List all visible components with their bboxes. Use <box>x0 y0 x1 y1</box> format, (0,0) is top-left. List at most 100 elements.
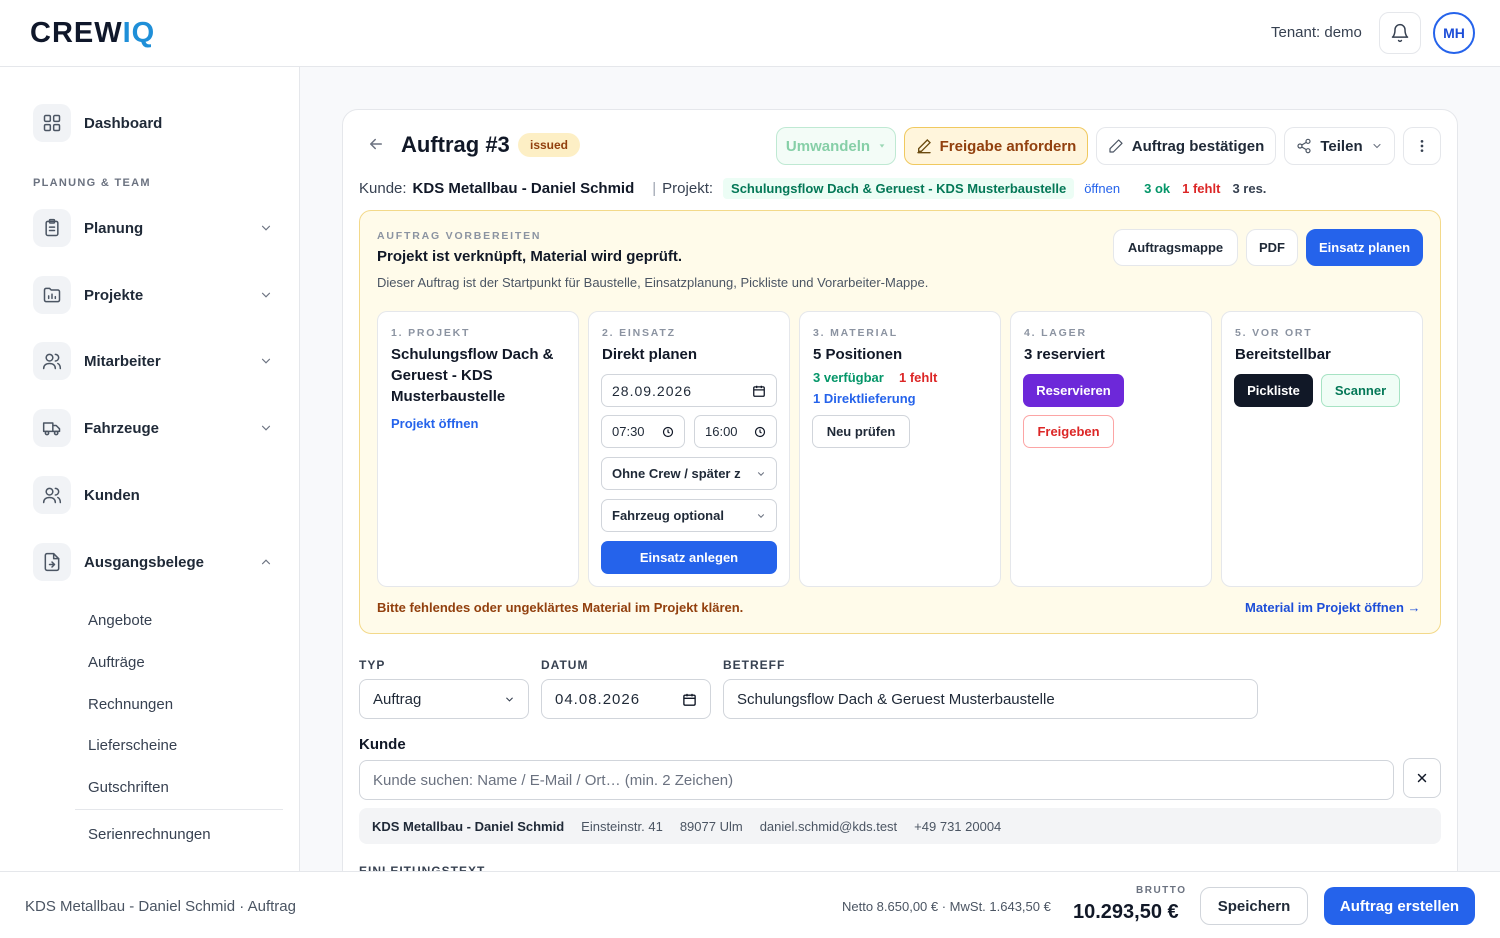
recheck-button[interactable]: Neu prüfen <box>812 415 910 448</box>
date-input[interactable]: 04.08.2026 <box>541 679 711 719</box>
clipboard-icon <box>33 209 71 247</box>
convert-button-label: Umwandeln <box>785 137 871 155</box>
project-open-link[interactable]: öffnen <box>1084 181 1120 196</box>
prepare-panel: AUFTRAG VORBEREITEN Projekt ist verknüpf… <box>359 210 1441 634</box>
selected-customer-city: 89077 Ulm <box>679 818 743 834</box>
sidebar-subitem-auftraege[interactable]: Aufträge <box>88 654 145 671</box>
vehicle-select[interactable]: Fahrzeug optional <box>601 499 777 532</box>
create-order-button[interactable]: Auftrag erstellen <box>1324 887 1475 925</box>
step-stock: 4. LAGER 3 reserviert Reservieren Freige… <box>1010 311 1212 587</box>
sidebar-item-label: Fahrzeuge <box>84 419 160 437</box>
request-approval-label: Freigabe anfordern <box>939 137 1077 155</box>
deployment-date-input[interactable]: 28.09.2026 <box>601 374 777 407</box>
plan-deployment-button[interactable]: Einsatz planen <box>1306 229 1423 266</box>
meta-separator: | <box>652 180 657 197</box>
sidebar-subitem-serienrechnungen[interactable]: Serienrechnungen <box>88 826 211 843</box>
status-badge: issued <box>518 133 581 157</box>
sidebar-subitem-angebote[interactable]: Angebote <box>88 612 152 629</box>
page-title: Auftrag #3 <box>401 132 510 157</box>
sidebar-item-label: Planung <box>84 219 144 237</box>
date-input-value: 04.08.2026 <box>555 690 641 708</box>
sidebar-subitem-gutschriften[interactable]: Gutschriften <box>88 779 169 796</box>
gross-total: 10.293,50 € <box>1073 901 1179 923</box>
pen-icon <box>916 139 931 154</box>
sidebar-subitem-rechnungen[interactable]: Rechnungen <box>88 696 173 713</box>
time-from-input[interactable]: 07:30 <box>601 415 685 448</box>
project-chip[interactable]: Schulungsflow Dach & Geruest - KDS Muste… <box>723 178 1075 199</box>
material-warning: Bitte fehlendes oder ungeklärtes Materia… <box>377 600 744 615</box>
notifications-button[interactable] <box>1379 12 1421 54</box>
material-direct-delivery: 1 Direktlieferung <box>813 391 916 406</box>
step-title: Schulungsflow Dach & Geruest - KDS Muste… <box>391 346 554 405</box>
project-meta-label: Projekt: <box>662 180 714 197</box>
folder-chart-icon <box>33 276 71 314</box>
scanner-button[interactable]: Scanner <box>1321 374 1400 407</box>
step-kicker: 2. EINSATZ <box>602 327 676 339</box>
customer-field-label: Kunde <box>359 736 406 753</box>
reserve-button[interactable]: Reservieren <box>1023 374 1124 407</box>
share-button[interactable]: Teilen <box>1284 127 1395 165</box>
app-logo[interactable]: CREWIQ <box>30 17 155 50</box>
customer-search-input[interactable]: Kunde suchen: Name / E-Mail / Ort… (min.… <box>359 760 1394 800</box>
release-button[interactable]: Freigeben <box>1023 415 1114 448</box>
user-avatar[interactable]: MH <box>1433 12 1475 54</box>
crew-select-value: Ohne Crew / später z <box>612 466 741 481</box>
chevron-down-icon <box>261 358 271 364</box>
request-approval-button[interactable]: Freigabe anfordern <box>904 127 1088 165</box>
type-label: TYP <box>359 658 386 672</box>
prepare-headline: Projekt ist verknüpft, Material wird gep… <box>377 248 683 265</box>
sidebar-item-ausgangsbelege[interactable]: Ausgangsbelege <box>33 543 273 581</box>
save-button[interactable]: Speichern <box>1200 887 1308 925</box>
step-kicker: 4. LAGER <box>1024 327 1087 339</box>
sidebar-item-label: Kunden <box>84 486 140 504</box>
selected-customer-card: KDS Metallbau - Daniel Schmid Einsteinst… <box>359 808 1441 844</box>
step-kicker: 3. MATERIAL <box>813 327 898 339</box>
sidebar-item-label: Mitarbeiter <box>84 352 161 370</box>
sidebar-item-mitarbeiter[interactable]: Mitarbeiter <box>33 342 273 380</box>
picklist-button[interactable]: Pickliste <box>1234 374 1313 407</box>
back-button[interactable] <box>367 135 385 153</box>
step-title: 5 Positionen <box>813 346 903 363</box>
share-label: Teilen <box>1320 137 1363 155</box>
close-icon <box>1417 773 1427 783</box>
selected-customer-street: Einsteinstr. 41 <box>581 818 663 834</box>
more-menu-button[interactable] <box>1403 127 1441 165</box>
chevron-down-icon <box>757 471 765 476</box>
prepare-description: Dieser Auftrag ist der Startpunkt für Ba… <box>377 275 929 290</box>
chevron-down-icon <box>261 425 271 431</box>
open-project-link[interactable]: Projekt öffnen <box>391 416 478 431</box>
step-title: Bereitstellbar <box>1235 346 1331 363</box>
sidebar-item-fahrzeuge[interactable]: Fahrzeuge <box>33 409 273 447</box>
sidebar-item-kunden[interactable]: Kunden <box>33 476 273 514</box>
create-deployment-button[interactable]: Einsatz anlegen <box>601 541 777 574</box>
gross-label: BRUTTO <box>1136 885 1187 896</box>
confirm-order-button[interactable]: Auftrag bestätigen <box>1096 127 1276 165</box>
convert-button[interactable]: Umwandeln <box>776 127 896 165</box>
subject-input[interactable]: Schulungsflow Dach & Geruest Musterbaust… <box>723 679 1258 719</box>
confirm-order-label: Auftrag bestätigen <box>1131 137 1265 155</box>
clear-customer-button[interactable] <box>1403 758 1441 798</box>
sidebar-item-label: Dashboard <box>84 114 163 132</box>
sidebar-subitem-lieferscheine[interactable]: Lieferscheine <box>88 737 177 754</box>
arrow-left-icon <box>370 138 382 150</box>
sidebar-item-planung[interactable]: Planung <box>33 209 273 247</box>
type-select-value: Auftrag <box>373 690 422 708</box>
footer-context: KDS Metallbau - Daniel Schmid · Auftrag <box>25 898 296 915</box>
material-in-project-link[interactable]: Material im Projekt öffnen → <box>1245 600 1421 615</box>
subject-label: BETREFF <box>723 658 786 672</box>
pdf-button[interactable]: PDF <box>1246 229 1298 266</box>
type-select[interactable]: Auftrag <box>359 679 529 719</box>
tenant-label: Tenant: demo <box>1271 24 1362 41</box>
pencil-icon <box>1109 139 1123 153</box>
sidebar-item-projekte[interactable]: Projekte <box>33 276 273 314</box>
chevron-down-icon <box>506 697 513 702</box>
order-folder-button[interactable]: Auftragsmappe <box>1113 229 1238 266</box>
sidebar: Dashboard PLANUNG & TEAM Planung Projekt… <box>0 67 300 938</box>
grid-icon <box>33 104 71 142</box>
users-icon <box>33 342 71 380</box>
sidebar-item-dashboard[interactable]: Dashboard <box>33 104 273 142</box>
clock-icon <box>754 426 766 437</box>
time-to-input[interactable]: 16:00 <box>694 415 777 448</box>
crew-select[interactable]: Ohne Crew / später z <box>601 457 777 490</box>
step-project: 1. PROJEKT Schulungsflow Dach & Geruest … <box>377 311 579 587</box>
